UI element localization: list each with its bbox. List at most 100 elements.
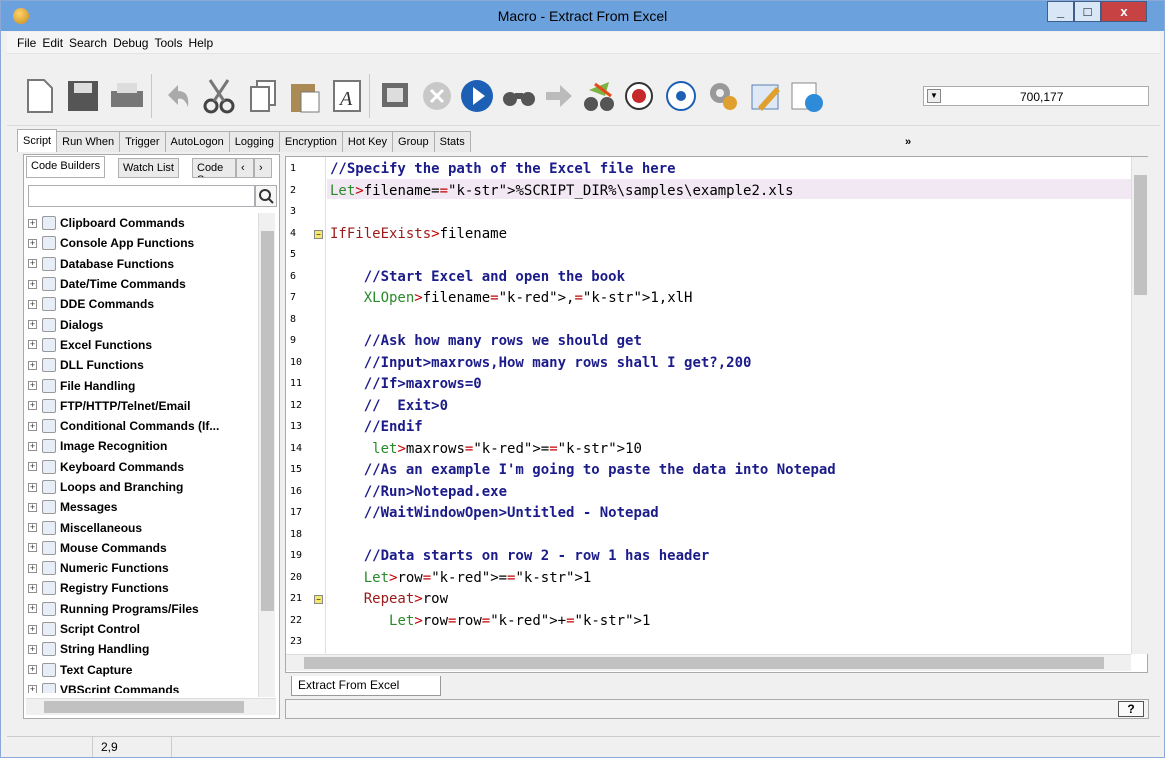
- menu-debug[interactable]: Debug: [113, 36, 148, 50]
- toolbar-overflow-button[interactable]: »: [905, 136, 911, 148]
- expand-icon[interactable]: +: [28, 238, 37, 248]
- code-area[interactable]: //Specify the path of the Excel file her…: [330, 157, 1130, 654]
- code-line[interactable]: //Endif: [330, 417, 423, 437]
- code-line[interactable]: //Data starts on row 2 - row 1 has heade…: [330, 546, 710, 566]
- find-icon[interactable]: [499, 76, 539, 116]
- expand-icon[interactable]: +: [28, 624, 37, 634]
- edit-icon[interactable]: [745, 76, 785, 116]
- tree-item[interactable]: + String Handling: [28, 639, 256, 659]
- tree-item[interactable]: + Keyboard Commands: [28, 457, 256, 477]
- code-line[interactable]: XLOpen>filename="k-red">,="k-str">1,xlH: [330, 288, 693, 308]
- expand-icon[interactable]: +: [28, 665, 37, 675]
- menu-file[interactable]: File: [17, 36, 36, 50]
- tab-script[interactable]: Script: [17, 129, 58, 152]
- expand-icon[interactable]: +: [28, 279, 37, 289]
- tab-encryption[interactable]: Encryption: [278, 131, 343, 152]
- font-icon[interactable]: A: [327, 76, 367, 116]
- expand-icon[interactable]: +: [28, 421, 37, 431]
- tab-logging[interactable]: Logging: [228, 131, 280, 152]
- editor-vertical-scrollbar[interactable]: [1131, 157, 1148, 654]
- record-macro-icon[interactable]: [375, 76, 415, 116]
- code-editor[interactable]: 1 2 3 4−5 6 7 8 9 10 11 12 13 14 15 16 17 18 19 20 21−22 23 …: [285, 156, 1148, 673]
- tree-item[interactable]: + Registry Functions: [28, 578, 256, 598]
- expand-icon[interactable]: +: [28, 299, 37, 309]
- undo-icon[interactable]: [157, 76, 197, 116]
- code-line[interactable]: IfFileExists>filename: [330, 224, 507, 244]
- tree-item[interactable]: + Mouse Commands: [28, 538, 256, 558]
- tab-scroll-right-icon[interactable]: ›: [254, 158, 272, 178]
- expand-icon[interactable]: +: [28, 644, 37, 654]
- builder-search-input[interactable]: [28, 185, 255, 207]
- tab-code-builders[interactable]: Code Builders: [26, 156, 106, 178]
- step-icon[interactable]: [539, 76, 579, 116]
- expand-icon[interactable]: +: [28, 502, 37, 512]
- expand-icon[interactable]: +: [28, 340, 37, 350]
- code-line[interactable]: //If>maxrows=0: [330, 374, 482, 394]
- tree-item[interactable]: + Database Functions: [28, 254, 256, 274]
- save-icon[interactable]: [63, 76, 103, 116]
- tab-scroll-left-icon[interactable]: ‹: [236, 158, 254, 178]
- tree-item[interactable]: + Clipboard Commands: [28, 213, 256, 233]
- code-line[interactable]: let>maxrows="k-red">=="k-str">10: [330, 439, 642, 459]
- expand-icon[interactable]: +: [28, 523, 37, 533]
- tab-watch-list[interactable]: Watch List: [118, 158, 179, 178]
- watch-icon[interactable]: [661, 76, 701, 116]
- code-line[interactable]: //Input>maxrows,How many rows shall I ge…: [330, 353, 752, 373]
- tree-item[interactable]: + Script Control: [28, 619, 256, 639]
- tree-item[interactable]: + Date/Time Commands: [28, 274, 256, 294]
- code-line[interactable]: Repeat>row: [330, 589, 448, 609]
- fold-toggle-icon[interactable]: −: [314, 595, 323, 604]
- tree-item[interactable]: + Dialogs: [28, 314, 256, 334]
- print-icon[interactable]: [107, 76, 147, 116]
- help-button[interactable]: ?: [1118, 701, 1144, 717]
- code-line[interactable]: //Specify the path of the Excel file her…: [330, 159, 676, 179]
- expand-icon[interactable]: +: [28, 685, 37, 693]
- tree-vertical-scrollbar[interactable]: [258, 213, 275, 697]
- tree-item[interactable]: + FTP/HTTP/Telnet/Email: [28, 396, 256, 416]
- tab-code-snippets[interactable]: Code S: [192, 158, 236, 178]
- combo-arrow-icon[interactable]: ▼: [927, 89, 941, 103]
- tree-item[interactable]: + DDE Commands: [28, 294, 256, 314]
- debug-run-icon[interactable]: [579, 76, 619, 116]
- expand-icon[interactable]: +: [28, 583, 37, 593]
- tree-item[interactable]: + Excel Functions: [28, 335, 256, 355]
- code-line[interactable]: Let>filename=="k-str">%SCRIPT_DIR%\sampl…: [330, 181, 794, 201]
- menu-edit[interactable]: Edit: [42, 36, 63, 50]
- maximize-button[interactable]: □: [1074, 1, 1101, 22]
- document-tab[interactable]: Extract From Excel: [291, 676, 441, 696]
- settings-icon[interactable]: [703, 76, 743, 116]
- expand-icon[interactable]: +: [28, 543, 37, 553]
- tree-item[interactable]: + VBScript Commands: [28, 680, 256, 693]
- code-line[interactable]: //Start Excel and open the book: [330, 267, 625, 287]
- close-button[interactable]: x: [1101, 1, 1147, 22]
- tree-item[interactable]: + Conditional Commands (If...: [28, 416, 256, 436]
- expand-icon[interactable]: +: [28, 563, 37, 573]
- position-combo[interactable]: ▼ 700,177: [923, 86, 1149, 106]
- tree-horizontal-scrollbar[interactable]: [26, 698, 276, 715]
- expand-icon[interactable]: +: [28, 360, 37, 370]
- tree-item[interactable]: + Loops and Branching: [28, 477, 256, 497]
- expand-icon[interactable]: +: [28, 441, 37, 451]
- breakpoint-icon[interactable]: [619, 76, 659, 116]
- editor-horizontal-scrollbar[interactable]: [286, 654, 1131, 671]
- tree-item[interactable]: + DLL Functions: [28, 355, 256, 375]
- expand-icon[interactable]: +: [28, 218, 37, 228]
- tree-item[interactable]: + Numeric Functions: [28, 558, 256, 578]
- new-icon[interactable]: [19, 76, 59, 116]
- code-line[interactable]: //WaitWindowOpen>Untitled - Notepad: [330, 503, 659, 523]
- expand-icon[interactable]: +: [28, 320, 37, 330]
- tree-item[interactable]: + Text Capture: [28, 660, 256, 680]
- code-line[interactable]: // Exit>0: [330, 396, 448, 416]
- menu-help[interactable]: Help: [188, 36, 213, 50]
- tree-item[interactable]: + Miscellaneous: [28, 517, 256, 537]
- minimize-button[interactable]: _: [1047, 1, 1074, 22]
- tree-item[interactable]: + Running Programs/Files: [28, 599, 256, 619]
- run-icon[interactable]: [457, 76, 497, 116]
- tab-hot-key[interactable]: Hot Key: [341, 131, 394, 152]
- code-line[interactable]: Let>row="k-red">=="k-str">1: [330, 568, 592, 588]
- expand-icon[interactable]: +: [28, 462, 37, 472]
- expand-icon[interactable]: +: [28, 381, 37, 391]
- expand-icon[interactable]: +: [28, 482, 37, 492]
- menu-search[interactable]: Search: [69, 36, 107, 50]
- cut-icon[interactable]: [199, 76, 239, 116]
